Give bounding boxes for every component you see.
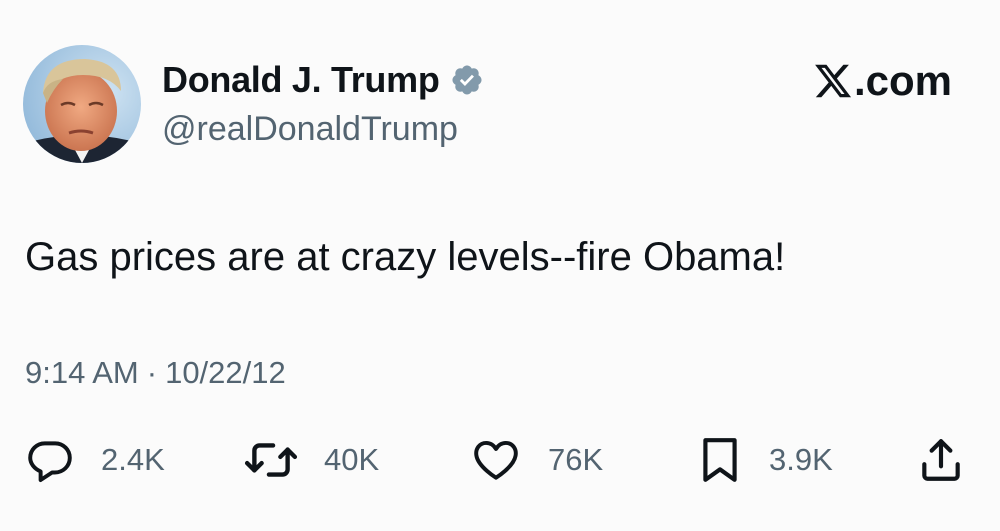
reply-count: 2.4K — [101, 442, 165, 477]
share-icon — [916, 435, 966, 485]
tweet-date: 10/22/12 — [165, 355, 286, 390]
tweet-text: Gas prices are at crazy levels--fire Oba… — [25, 235, 786, 279]
heart-icon — [470, 435, 522, 485]
author-handle[interactable]: @realDonaldTrump — [162, 110, 458, 149]
author-display-name[interactable]: Donald J. Trump — [162, 59, 440, 101]
retweet-icon — [244, 435, 298, 485]
tweet-action-bar: 2.4K 40K 76K 3.9K — [0, 432, 1000, 488]
x-logo-icon — [813, 61, 853, 101]
reply-button[interactable]: 2.4K — [25, 432, 165, 488]
share-button[interactable] — [916, 432, 966, 488]
avatar[interactable] — [23, 45, 141, 163]
like-count: 76K — [548, 442, 604, 477]
brand-mark: .com — [813, 57, 952, 104]
retweet-count: 40K — [324, 442, 380, 477]
tweet-timestamp[interactable]: 9:14 AM · 10/22/12 — [25, 355, 286, 391]
timestamp-separator: · — [146, 355, 158, 390]
retweet-button[interactable]: 40K — [244, 432, 379, 488]
reply-icon — [25, 435, 75, 485]
bookmark-icon — [697, 435, 743, 485]
bookmark-count: 3.9K — [769, 442, 833, 477]
profile-photo-icon — [23, 45, 141, 163]
like-button[interactable]: 76K — [470, 432, 603, 488]
verified-badge-icon — [450, 63, 484, 97]
brand-text: .com — [853, 57, 952, 104]
bookmark-button[interactable]: 3.9K — [697, 432, 833, 488]
tweet-time: 9:14 AM — [25, 355, 139, 390]
tweet-card: Donald J. Trump @realDonaldTrump .com Ga… — [0, 0, 1000, 531]
author-name-row: Donald J. Trump — [162, 58, 484, 102]
